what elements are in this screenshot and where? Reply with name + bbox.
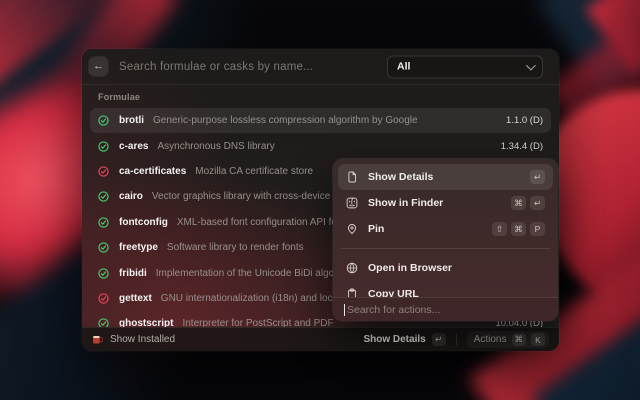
key-badge: ⇧: [492, 222, 507, 236]
formula-description: Interpreter for PostScript and PDF: [182, 318, 333, 327]
menu-item-shortcuts: ↵: [530, 170, 545, 184]
formula-description: Implementation of the Unicode BiDi algor…: [156, 268, 357, 279]
formula-name: ghostscript: [119, 318, 173, 327]
formula-description: Generic-purpose lossless compression alg…: [153, 115, 418, 126]
formula-name: freetype: [119, 242, 158, 253]
actions-menu: Show Details↵Show in Finder⌘↵Pin⇧⌘POpen …: [333, 159, 558, 321]
check-circle-icon: [98, 318, 109, 327]
primary-action-label[interactable]: Show Details: [363, 334, 425, 345]
key-badge: ⌘: [511, 196, 526, 210]
key-badge: ⌘: [511, 222, 526, 236]
wallpaper-shape: [585, 0, 640, 74]
actions-search-field[interactable]: Search for actions...: [333, 297, 558, 321]
formula-row[interactable]: brotli Generic-purpose lossless compressi…: [90, 108, 551, 133]
wallpaper-shape: [546, 28, 640, 192]
desktop: ← Search formulae or casks by name... Al…: [0, 0, 640, 400]
formula-name: brotli: [119, 115, 144, 126]
actions-label: Actions: [474, 334, 507, 345]
homebrew-icon: [92, 334, 103, 345]
formula-name: fontconfig: [119, 217, 168, 228]
formula-description: Software library to render fonts: [167, 242, 304, 253]
check-circle-icon: [98, 217, 109, 228]
menu-item-label: Show Details: [368, 171, 433, 183]
text-cursor: [344, 304, 345, 316]
formula-name: ca-certificates: [119, 166, 186, 177]
footer-divider: [456, 334, 457, 345]
pin-icon: [346, 223, 358, 235]
menu-item-shortcuts: ⇧ ⌘ P: [492, 222, 545, 236]
menu-item-copy-url[interactable]: Copy URL: [338, 281, 553, 297]
filter-selected-value: All: [397, 61, 410, 73]
actions-menu-list: Show Details↵Show in Finder⌘↵Pin⇧⌘POpen …: [333, 159, 558, 297]
formula-name: fribidi: [119, 268, 147, 279]
key-badge: ↵: [530, 196, 545, 210]
chevron-down-icon: [526, 60, 536, 70]
globe-icon: [346, 262, 358, 274]
formula-version: 1.1.0 (D): [498, 115, 543, 126]
menu-item-show-details[interactable]: Show Details ↵: [338, 164, 553, 190]
menu-item-open-in-browser[interactable]: Open in Browser: [338, 255, 553, 281]
key-badge: ↵: [530, 170, 545, 184]
back-arrow-icon: ←: [93, 61, 104, 72]
search-header: ← Search formulae or casks by name... Al…: [82, 49, 559, 85]
clipboard-icon: [346, 288, 358, 297]
menu-divider: [341, 248, 550, 249]
menu-item-shortcuts: ⌘↵: [511, 196, 545, 210]
status-bar: Show Installed Show Details ↵ Actions ⌘ …: [82, 327, 559, 351]
menu-item-label: Open in Browser: [368, 262, 452, 274]
menu-item-pin[interactable]: Pin ⇧ ⌘ P: [338, 216, 553, 242]
actions-search-input[interactable]: Search for actions...: [347, 304, 440, 316]
check-circle-icon: [98, 242, 109, 253]
check-circle-icon: [98, 293, 109, 304]
menu-item-label: Copy URL: [368, 288, 419, 297]
formula-name: gettext: [119, 293, 152, 304]
formula-version: 1.34.4 (D): [493, 141, 543, 152]
finder-icon: [346, 197, 358, 209]
check-circle-icon: [98, 115, 109, 126]
section-header: Formulae: [82, 85, 559, 108]
back-button[interactable]: ←: [89, 57, 108, 76]
formula-row[interactable]: c-ares Asynchronous DNS library 1.34.4 (D): [90, 133, 551, 158]
show-installed-label[interactable]: Show Installed: [110, 334, 175, 345]
menu-item-label: Show in Finder: [368, 197, 443, 209]
key-badge: P: [530, 222, 545, 236]
filter-dropdown[interactable]: All: [387, 55, 543, 78]
actions-button[interactable]: Actions ⌘ K: [467, 331, 549, 348]
search-input[interactable]: Search formulae or casks by name...: [119, 61, 313, 73]
document-icon: [346, 171, 358, 183]
command-key-badge: ⌘: [512, 333, 527, 346]
menu-item-show-in-finder[interactable]: Show in Finder⌘↵: [338, 190, 553, 216]
check-circle-icon: [98, 268, 109, 279]
check-circle-icon: [98, 191, 109, 202]
check-circle-icon: [98, 166, 109, 177]
formula-description: Asynchronous DNS library: [157, 141, 274, 152]
check-circle-icon: [98, 141, 109, 152]
formula-name: c-ares: [119, 141, 148, 152]
menu-item-label: Pin: [368, 223, 384, 235]
formula-description: Mozilla CA certificate store: [195, 166, 313, 177]
formula-description: Vector graphics library with cross-devic…: [152, 191, 361, 202]
k-key-badge: K: [531, 333, 545, 346]
formula-name: cairo: [119, 191, 143, 202]
return-key-badge: ↵: [432, 333, 446, 346]
